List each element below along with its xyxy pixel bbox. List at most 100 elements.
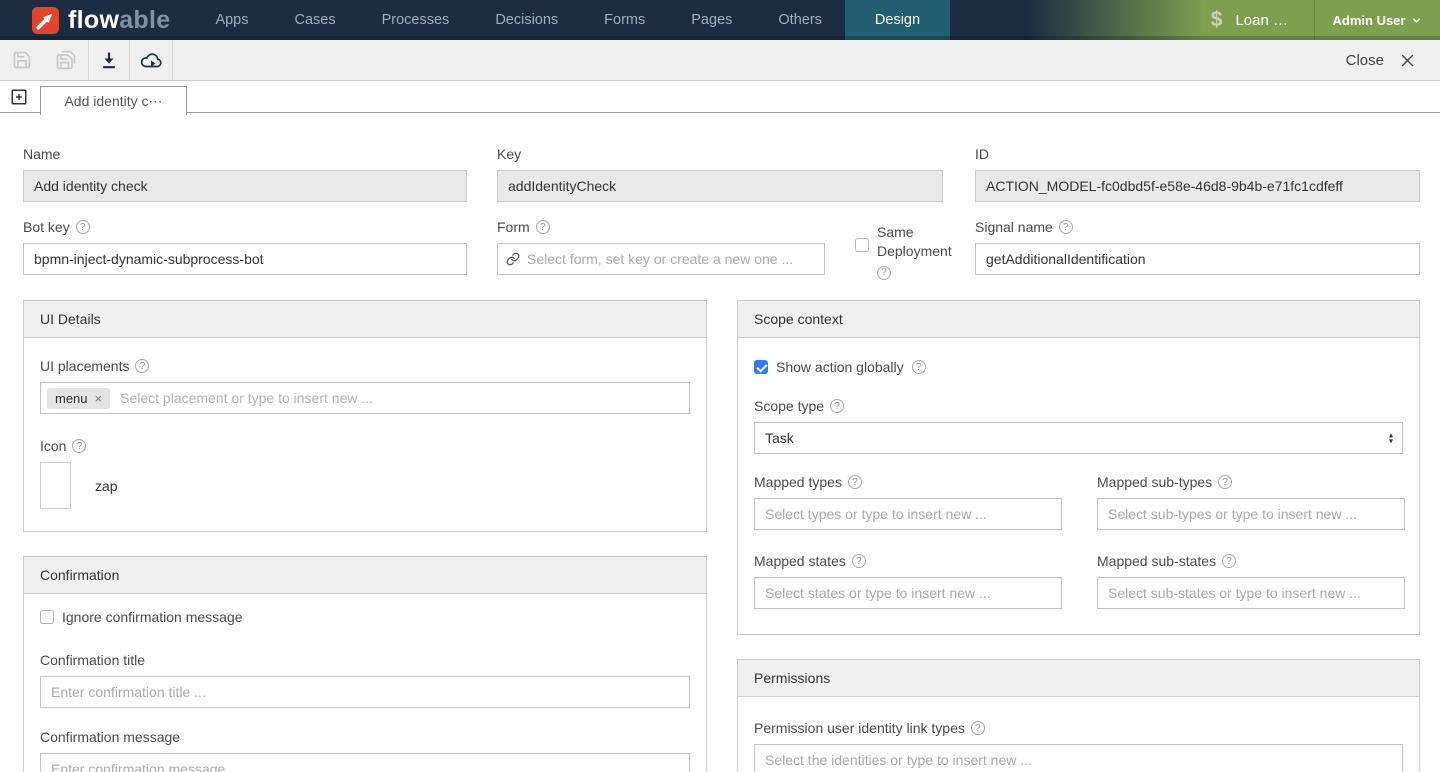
show-action-globally-row: Show action globally ? xyxy=(754,359,1403,375)
bot-key-input[interactable] xyxy=(23,243,467,275)
floppy-icon xyxy=(12,50,32,70)
confirmation-title-input[interactable] xyxy=(40,676,690,708)
placement-tag-label: menu xyxy=(55,391,88,406)
scope-context-panel-title: Scope context xyxy=(738,301,1419,338)
signal-name-label: Signal name? xyxy=(975,218,1420,236)
help-icon[interactable]: ? xyxy=(1218,475,1232,489)
nav-item-cases[interactable]: Cases xyxy=(272,0,359,40)
nav-item-apps[interactable]: Apps xyxy=(192,0,271,40)
remove-tag-icon[interactable]: × xyxy=(95,391,103,406)
model-tab-bar: Add identity c⋯ xyxy=(0,81,1440,113)
confirmation-title-field: Confirmation title xyxy=(40,651,690,708)
icon-name-value: zap xyxy=(95,478,118,494)
mapped-types-input[interactable] xyxy=(754,498,1062,530)
user-menu-button[interactable]: Admin User xyxy=(1314,0,1440,40)
id-label: ID xyxy=(975,145,1420,163)
help-icon[interactable]: ? xyxy=(72,439,86,453)
mapped-sub-types-input[interactable] xyxy=(1097,498,1405,530)
download-button[interactable] xyxy=(89,40,129,81)
bot-key-field: Bot key? xyxy=(23,218,467,275)
mapped-sub-types-field: Mapped sub-types? xyxy=(1097,473,1405,530)
toolbar-divider xyxy=(172,40,173,80)
confirmation-panel-title: Confirmation xyxy=(24,557,706,594)
key-field: Key xyxy=(497,145,943,202)
same-deployment-checkbox[interactable] xyxy=(855,238,869,252)
confirmation-message-field: Confirmation message xyxy=(40,728,690,772)
name-input[interactable] xyxy=(23,170,467,202)
help-icon[interactable]: ? xyxy=(1059,220,1073,234)
ignore-confirmation-checkbox[interactable] xyxy=(40,610,54,624)
current-app-button[interactable]: $ Loan … xyxy=(1027,0,1314,40)
help-icon[interactable]: ? xyxy=(76,220,90,234)
same-deployment-field: Same Deployment ? xyxy=(855,223,965,280)
help-icon[interactable]: ? xyxy=(852,554,866,568)
editor-toolbar: Close xyxy=(0,40,1440,81)
permission-identity-link-types-field: Permission user identity link types? xyxy=(754,719,1403,772)
top-navbar: flowable Apps Cases Processes Decisions … xyxy=(0,0,1440,40)
close-button[interactable]: Close xyxy=(1346,52,1384,69)
permission-identity-link-types-label: Permission user identity link types? xyxy=(754,719,1403,737)
mapped-types-label: Mapped types? xyxy=(754,473,1062,491)
mapped-states-input[interactable] xyxy=(754,577,1062,609)
bot-key-label: Bot key? xyxy=(23,218,467,236)
scope-type-field: Scope type? Task ▴▾ xyxy=(754,397,1403,454)
deploy-button[interactable] xyxy=(130,40,172,81)
nav-item-others[interactable]: Others xyxy=(755,0,845,40)
ignore-confirmation-label: Ignore confirmation message xyxy=(62,609,243,625)
help-icon[interactable]: ? xyxy=(971,721,985,735)
key-label: Key xyxy=(497,145,943,163)
help-icon[interactable]: ? xyxy=(877,266,891,280)
help-icon[interactable]: ? xyxy=(536,220,550,234)
id-field: ID xyxy=(975,145,1420,202)
nav-item-design[interactable]: Design xyxy=(845,0,950,40)
flowable-logo[interactable]: flowable xyxy=(0,0,192,40)
scope-type-selected-value: Task xyxy=(765,430,794,446)
confirmation-panel: Confirmation Ignore confirmation message… xyxy=(23,556,707,772)
show-action-globally-label: Show action globally xyxy=(776,359,904,375)
help-icon[interactable]: ? xyxy=(848,475,862,489)
scope-context-panel: Scope context Show action globally ? Sco… xyxy=(737,300,1420,635)
nav-item-decisions[interactable]: Decisions xyxy=(472,0,581,40)
chevron-down-icon xyxy=(1411,15,1422,26)
close-x-icon[interactable] xyxy=(1399,52,1416,69)
floppy-stack-icon xyxy=(55,49,77,71)
help-icon[interactable]: ? xyxy=(135,359,149,373)
help-icon[interactable]: ? xyxy=(1222,554,1236,568)
ignore-confirmation-row: Ignore confirmation message xyxy=(40,609,690,625)
save-all-button[interactable] xyxy=(44,40,88,81)
ui-details-panel: UI Details UI placements? menu × Select … xyxy=(23,300,707,532)
key-input[interactable] xyxy=(497,170,943,202)
id-input[interactable] xyxy=(975,170,1420,202)
download-icon xyxy=(99,50,119,70)
nav-item-processes[interactable]: Processes xyxy=(359,0,473,40)
signal-name-field: Signal name? xyxy=(975,218,1420,275)
nav-item-forms[interactable]: Forms xyxy=(581,0,668,40)
confirmation-title-label: Confirmation title xyxy=(40,651,690,669)
mapped-sub-states-input[interactable] xyxy=(1097,577,1405,609)
main-menu: Apps Cases Processes Decisions Forms Pag… xyxy=(192,0,950,40)
icon-preview-box[interactable] xyxy=(40,462,71,509)
help-icon[interactable]: ? xyxy=(830,399,844,413)
tab-add-identity-check[interactable]: Add identity c⋯ xyxy=(40,86,187,115)
scope-type-select[interactable]: Task ▴▾ xyxy=(754,422,1403,454)
signal-name-input[interactable] xyxy=(975,243,1420,275)
dollar-icon: $ xyxy=(1211,8,1223,32)
ui-placements-input[interactable]: menu × Select placement or type to inser… xyxy=(40,382,690,414)
help-icon[interactable]: ? xyxy=(912,360,926,374)
name-label: Name xyxy=(23,145,467,163)
select-stepper-icon: ▴▾ xyxy=(1389,433,1393,444)
save-button[interactable] xyxy=(0,40,44,81)
current-app-label: Loan … xyxy=(1235,12,1288,29)
name-field: Name xyxy=(23,145,467,202)
permission-identity-link-types-input[interactable] xyxy=(754,744,1403,772)
show-action-globally-checkbox[interactable] xyxy=(754,360,768,374)
ui-placements-field: UI placements? menu × Select placement o… xyxy=(40,357,690,414)
confirmation-message-input[interactable] xyxy=(40,753,690,772)
mapped-states-label: Mapped states? xyxy=(754,552,1062,570)
form-reference-input[interactable] xyxy=(497,243,825,275)
ui-details-panel-title: UI Details xyxy=(24,301,706,338)
placement-tag-menu: menu × xyxy=(47,388,110,409)
new-tab-button[interactable] xyxy=(10,88,28,106)
link-icon xyxy=(506,252,520,266)
nav-item-pages[interactable]: Pages xyxy=(668,0,755,40)
